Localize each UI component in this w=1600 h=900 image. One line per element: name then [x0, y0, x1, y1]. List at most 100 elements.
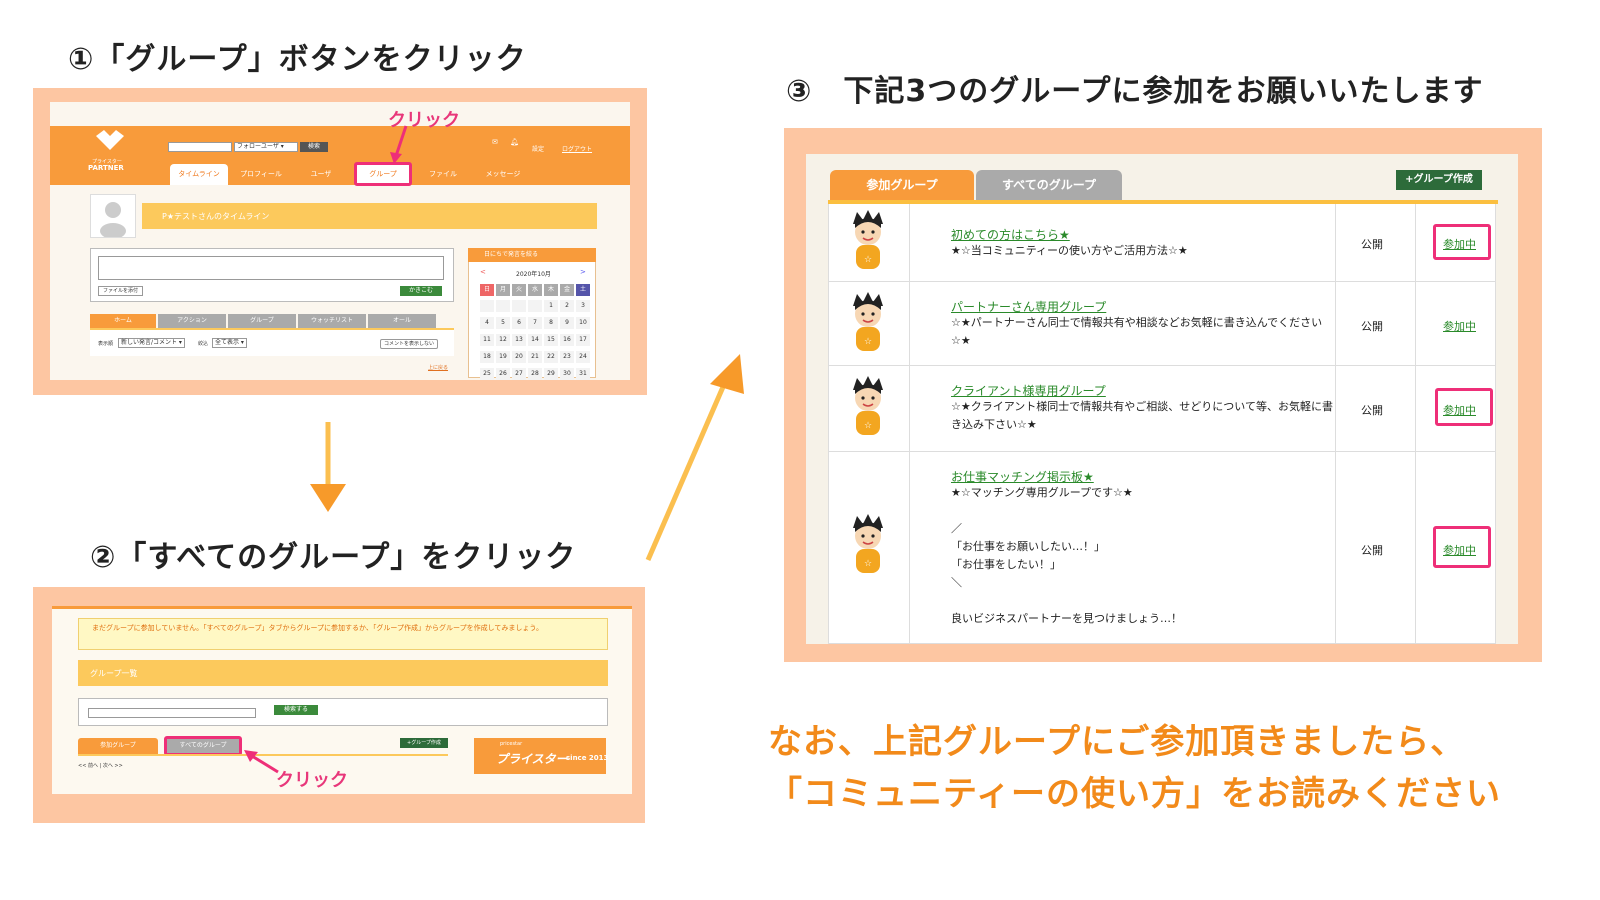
- banner-small-text: pricestar: [500, 741, 523, 747]
- note-line2: 「コミュニティーの使い方」をお読みください: [768, 774, 1501, 814]
- calendar-date[interactable]: 12: [496, 334, 510, 346]
- highlight-join-1: [1433, 224, 1491, 260]
- group-list-title-bar: [78, 660, 608, 686]
- calendar-next[interactable]: >: [580, 268, 586, 276]
- nav-tab-messages[interactable]: メッセージ: [474, 164, 532, 185]
- calendar-date[interactable]: 7: [528, 317, 542, 329]
- calendar-prev[interactable]: <: [480, 268, 486, 276]
- calendar-date[interactable]: 3: [576, 300, 590, 312]
- group-description: ☆★パートナーさん同士で情報共有や相談などお気軽に書き込んでください☆★: [951, 316, 1323, 347]
- calendar-date[interactable]: 18: [480, 351, 494, 363]
- feed-tab-action[interactable]: アクション: [158, 314, 226, 328]
- pager[interactable]: << 前へ | 次へ >>: [78, 762, 123, 769]
- feed-tab-watchlist[interactable]: ウォッチリスト: [298, 314, 366, 328]
- calendar-day-header: 月: [496, 284, 510, 296]
- back-to-top-link[interactable]: 上に戻る: [428, 364, 448, 371]
- group-description: ☆★クライアント様同士で情報共有やご相談、せどりについて等、お気軽に書き込み下さ…: [951, 400, 1333, 431]
- calendar-date[interactable]: 31: [576, 368, 590, 380]
- post-button[interactable]: かきこむ: [400, 286, 442, 296]
- calendar-date[interactable]: 8: [544, 317, 558, 329]
- calendar-date[interactable]: 11: [480, 334, 494, 346]
- header-search-input[interactable]: [168, 142, 232, 152]
- post-textarea[interactable]: [98, 256, 444, 280]
- calendar-day-header: 水: [528, 284, 542, 296]
- group-name-link[interactable]: 初めての方はこちら★: [951, 226, 1070, 243]
- calendar-date[interactable]: 19: [496, 351, 510, 363]
- mail-icon[interactable]: ✉: [492, 138, 498, 146]
- calendar-date[interactable]: 10: [576, 317, 590, 329]
- calendar-date[interactable]: 9: [560, 317, 574, 329]
- tab-joined-groups-large[interactable]: 参加グループ: [830, 170, 974, 200]
- create-group-button[interactable]: +グループ作成: [400, 738, 448, 748]
- settings-link[interactable]: 設定: [532, 144, 544, 153]
- down-arrow-icon: [310, 422, 346, 512]
- group-name-link[interactable]: クライアント様専用グループ: [951, 382, 1106, 399]
- highlight-group-tab: [354, 162, 412, 186]
- click-arrow-1-icon: [390, 125, 408, 164]
- calendar-date[interactable]: 15: [544, 334, 558, 346]
- feed-tab-home[interactable]: ホーム: [90, 314, 156, 328]
- calendar-date[interactable]: 25: [480, 368, 494, 380]
- highlight-all-groups-tab: [164, 736, 242, 756]
- calendar-date[interactable]: 27: [512, 368, 526, 380]
- calendar-date[interactable]: 1: [544, 300, 558, 312]
- group-name-link[interactable]: パートナーさん専用グループ: [951, 298, 1106, 315]
- attach-file-button[interactable]: ファイルを添付: [98, 286, 144, 296]
- logo-icon: [90, 128, 130, 158]
- calendar-date[interactable]: 16: [560, 334, 574, 346]
- nav-tab-files[interactable]: ファイル: [414, 164, 472, 185]
- group-row-4: ☆ お仕事マッチング掲示板★ ★☆マッチング専用グループです☆★ ／ 「お仕事を…: [828, 452, 1496, 644]
- group-search-button[interactable]: 検索する: [274, 705, 318, 715]
- calendar-date[interactable]: 20: [512, 351, 526, 363]
- click-arrow-2-icon: [244, 750, 279, 774]
- calendar-date[interactable]: 2: [560, 300, 574, 312]
- group-search-input[interactable]: [88, 708, 256, 718]
- svg-text:☆: ☆: [864, 421, 872, 431]
- diagonal-arrow-icon: [645, 354, 744, 561]
- calendar-date[interactable]: 24: [576, 351, 590, 363]
- calendar-date[interactable]: 28: [528, 368, 542, 380]
- calendar-date[interactable]: 30: [560, 368, 574, 380]
- calendar-date[interactable]: 5: [496, 317, 510, 329]
- calendar-title: 日にちで発言を絞る: [468, 248, 596, 262]
- nav-tab-users[interactable]: ユーザ: [292, 164, 350, 185]
- calendar-date[interactable]: 23: [560, 351, 574, 363]
- tab-all-groups-large[interactable]: すべてのグループ: [976, 170, 1122, 200]
- follow-select[interactable]: フォローユーザ ▾: [234, 142, 298, 152]
- calendar-month: 2020年10月: [516, 271, 551, 278]
- calendar-date[interactable]: 13: [512, 334, 526, 346]
- calendar-date: [480, 300, 494, 312]
- timeline-title: P★テストさんのタイムライン: [162, 212, 270, 221]
- calendar-date: [512, 300, 526, 312]
- nav-tab-timeline[interactable]: タイムライン: [170, 164, 228, 185]
- logout-link[interactable]: ログアウト: [562, 144, 592, 153]
- group-visibility: 公開: [1361, 238, 1383, 251]
- join-status-link[interactable]: 参加中: [1443, 318, 1476, 334]
- sort-label: 表示順: [98, 341, 114, 347]
- calendar-date[interactable]: 29: [544, 368, 558, 380]
- bell-icon[interactable]: 🔔︎: [510, 138, 519, 146]
- calendar-date[interactable]: 17: [576, 334, 590, 346]
- group-row-1: ☆ 初めての方はこちら★ ★☆当コミュニティーの使い方やご活用方法☆★ 公開 参…: [828, 204, 1496, 282]
- calendar-date[interactable]: 4: [480, 317, 494, 329]
- hide-comments-button[interactable]: コメントを表示しない: [380, 339, 439, 349]
- calendar-day-header: 火: [512, 284, 526, 296]
- calendar-date[interactable]: 26: [496, 368, 510, 380]
- tab-joined-groups[interactable]: 参加グループ: [78, 738, 158, 754]
- nav-tab-profile[interactable]: プロフィール: [232, 164, 290, 185]
- create-group-button-large[interactable]: +グループ作成: [1396, 170, 1482, 190]
- header-search-button[interactable]: 検索: [300, 142, 328, 152]
- svg-text:☆: ☆: [864, 255, 872, 265]
- calendar-date[interactable]: 14: [528, 334, 542, 346]
- calendar-date[interactable]: 22: [544, 351, 558, 363]
- feed-tab-group[interactable]: グループ: [228, 314, 296, 328]
- sort-select[interactable]: 新しい発言/コメント ▾: [118, 338, 185, 348]
- calendar-date[interactable]: 21: [528, 351, 542, 363]
- group-name-link[interactable]: お仕事マッチング掲示板★: [951, 468, 1094, 485]
- filter-select[interactable]: 全て表示 ▾: [212, 338, 247, 348]
- group-row-3: ☆ クライアント様専用グループ ☆★クライアント様同士で情報共有やご相談、せどり…: [828, 366, 1496, 452]
- calendar-date: [528, 300, 542, 312]
- feed-tab-all[interactable]: オール: [368, 314, 436, 328]
- group-row-2: ☆ パートナーさん専用グループ ☆★パートナーさん同士で情報共有や相談などお気軽…: [828, 282, 1496, 366]
- calendar-date[interactable]: 6: [512, 317, 526, 329]
